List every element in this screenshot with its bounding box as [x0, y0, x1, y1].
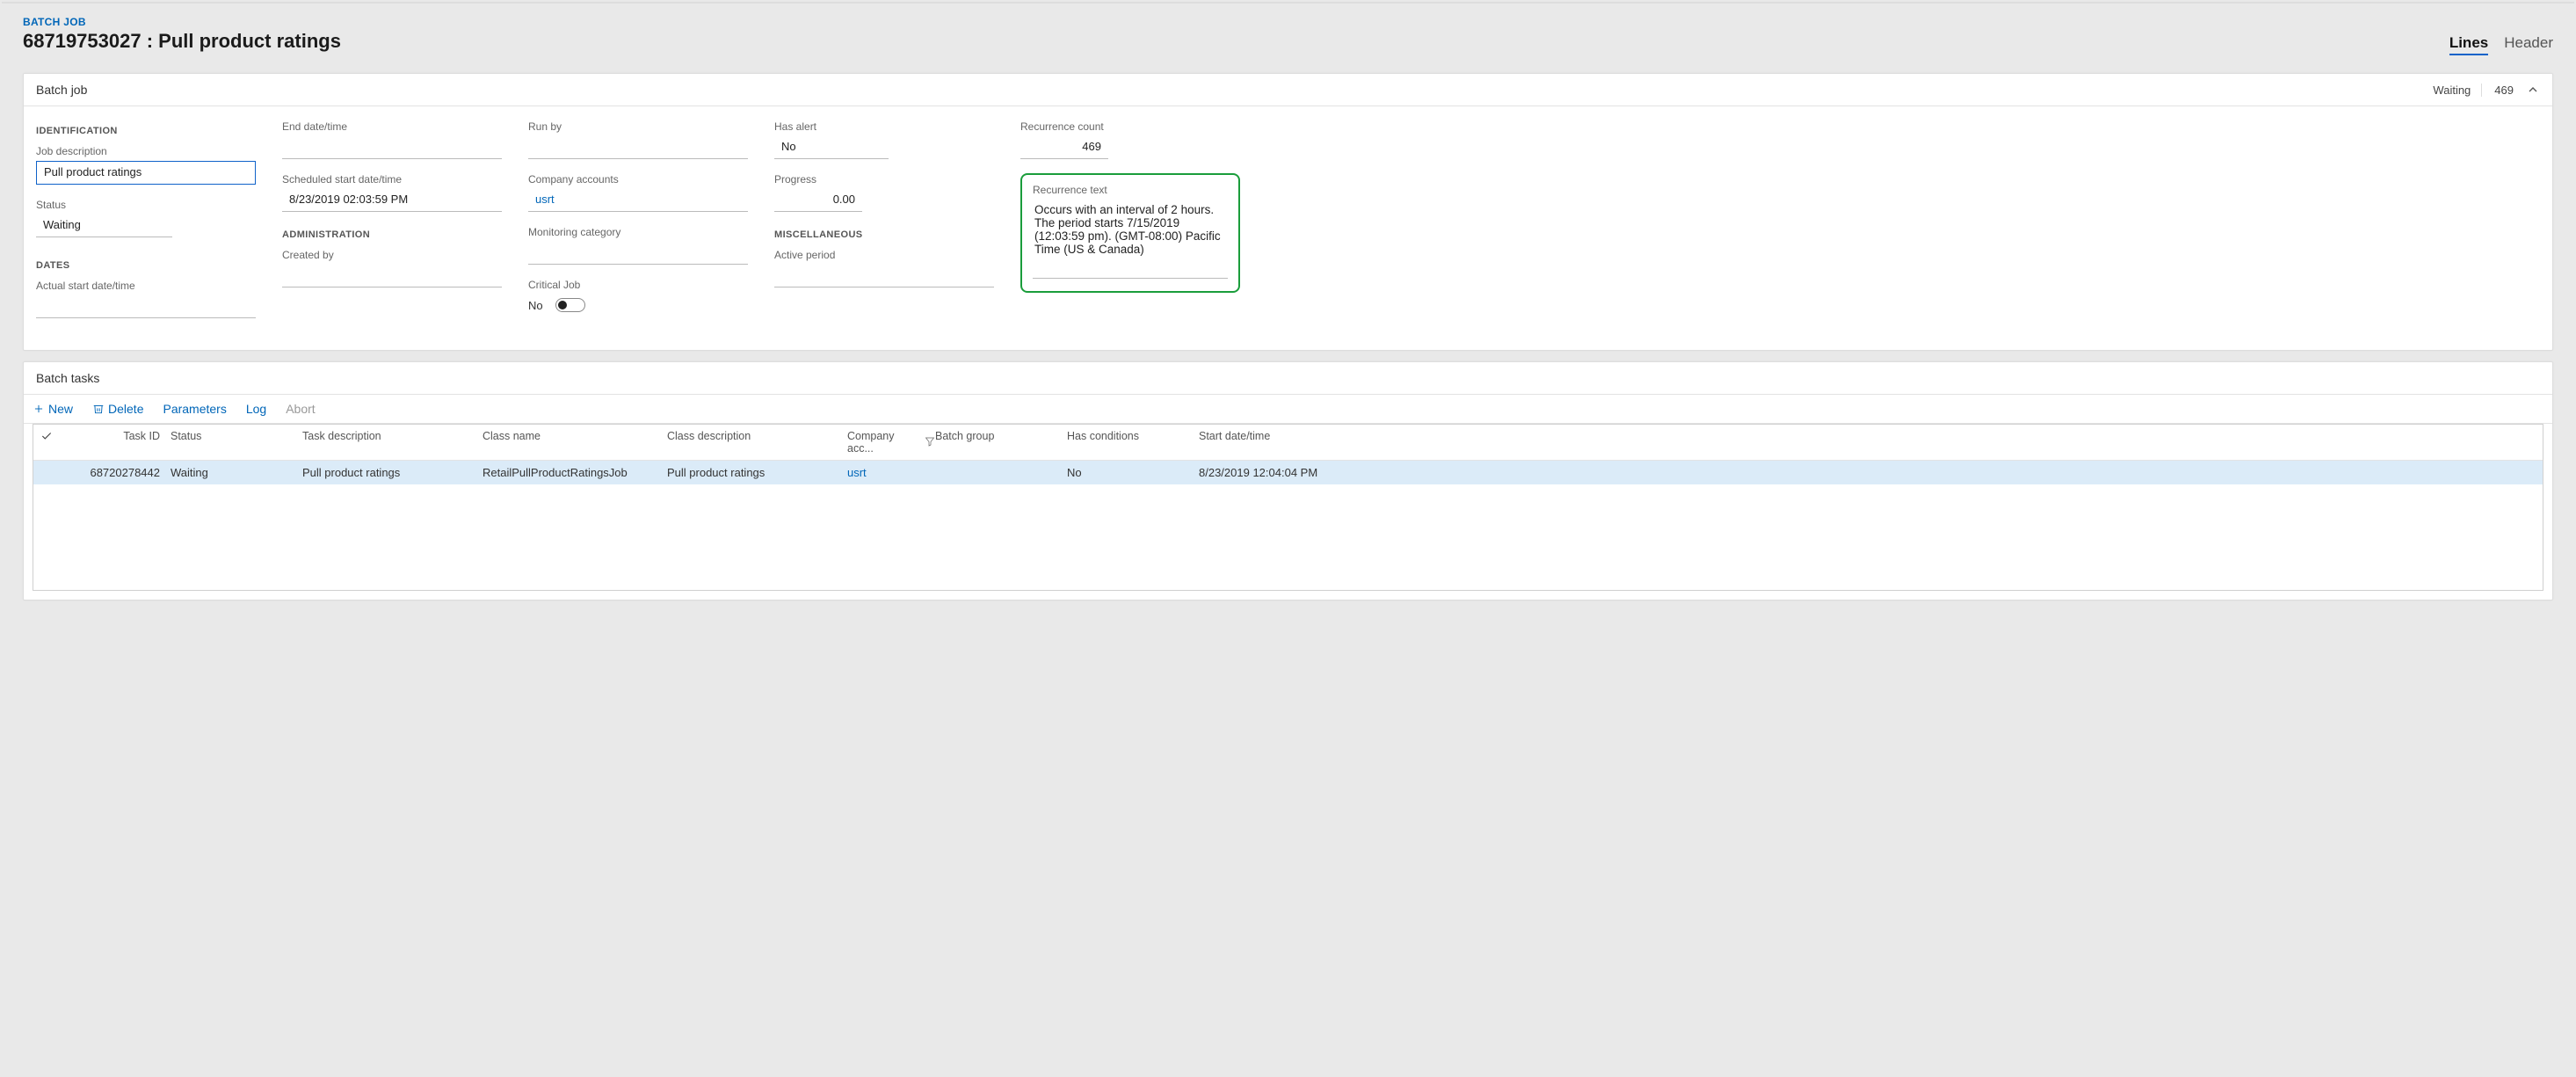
delete-button[interactable]: Delete — [92, 402, 143, 416]
cell-class-name: RetailPullProductRatingsJob — [483, 466, 667, 479]
col-company[interactable]: Company acc... — [847, 430, 935, 455]
active-period-value[interactable] — [774, 265, 994, 287]
cell-class-desc: Pull product ratings — [667, 466, 847, 479]
trash-icon — [92, 403, 105, 415]
col-task-desc[interactable]: Task description — [302, 430, 483, 455]
col-recurrence: Recurrence count 469 Recurrence text Occ… — [1020, 120, 1240, 332]
cell-task-id: 68720278442 — [65, 466, 171, 479]
label-company-accounts: Company accounts — [528, 173, 748, 186]
section-identification: IDENTIFICATION — [36, 126, 256, 136]
label-has-alert: Has alert — [774, 120, 889, 133]
col-misc: Has alert No Progress 0.00 MISCELLANEOUS… — [774, 120, 994, 332]
created-by-value[interactable] — [282, 265, 502, 287]
abort-button: Abort — [286, 402, 315, 416]
new-button[interactable]: New — [33, 402, 73, 416]
col-class-desc[interactable]: Class description — [667, 430, 847, 455]
col-class-name[interactable]: Class name — [483, 430, 667, 455]
critical-job-toggle[interactable] — [555, 298, 585, 312]
col-identification: IDENTIFICATION Job description Status Wa… — [36, 120, 256, 332]
has-alert-value: No — [774, 136, 889, 159]
label-recurrence-count: Recurrence count — [1020, 120, 1108, 133]
col-batch-group[interactable]: Batch group — [935, 430, 1067, 455]
cell-has-conditions: No — [1067, 466, 1199, 479]
plus-icon — [33, 403, 45, 415]
section-misc: MISCELLANEOUS — [774, 229, 994, 240]
col-status[interactable]: Status — [171, 430, 302, 455]
progress-value: 0.00 — [774, 189, 862, 212]
label-status: Status — [36, 199, 172, 211]
monitoring-category-value[interactable] — [528, 242, 748, 265]
label-created-by: Created by — [282, 249, 502, 261]
label-sched-start: Scheduled start date/time — [282, 173, 502, 186]
label-job-description: Job description — [36, 145, 256, 157]
page-title: 68719753027 : Pull product ratings — [23, 30, 341, 53]
panel-title: Batch job — [36, 83, 87, 97]
label-recurrence-text: Recurrence text — [1033, 184, 1228, 196]
tasks-panel-title: Batch tasks — [36, 371, 99, 385]
recurrence-text-highlight: Recurrence text Occurs with an interval … — [1020, 173, 1240, 293]
view-tabs: Lines Header — [2449, 34, 2553, 55]
tasks-toolbar: New Delete Parameters Log Abort — [24, 395, 2552, 424]
col-has-conditions[interactable]: Has conditions — [1067, 430, 1199, 455]
label-critical-job: Critical Job — [528, 279, 748, 291]
breadcrumb[interactable]: BATCH JOB — [23, 16, 2553, 28]
cell-batch-group — [935, 466, 1067, 479]
label-active-period: Active period — [774, 249, 994, 261]
col-start[interactable]: Start date/time — [1199, 430, 1357, 455]
label-end: End date/time — [282, 120, 502, 133]
log-button[interactable]: Log — [246, 402, 266, 416]
tasks-grid: Task ID Status Task description Class na… — [33, 424, 2543, 591]
company-accounts-value[interactable]: usrt — [528, 189, 748, 212]
page-content: BATCH JOB 68719753027 : Pull product rat… — [2, 4, 2574, 600]
sched-start-value[interactable]: 8/23/2019 02:03:59 PM — [282, 189, 502, 212]
label-run-by: Run by — [528, 120, 748, 133]
end-value[interactable] — [282, 136, 502, 159]
select-all-checkbox[interactable] — [40, 430, 65, 455]
cell-start: 8/23/2019 12:04:04 PM — [1199, 466, 1357, 479]
recurrence-count-value: 469 — [1020, 136, 1108, 159]
run-by-value[interactable] — [528, 136, 748, 159]
cell-company[interactable]: usrt — [847, 466, 935, 479]
col-dates-admin: End date/time Scheduled start date/time … — [282, 120, 502, 332]
job-description-input[interactable] — [36, 161, 256, 185]
panel-count: 469 — [2482, 84, 2526, 97]
table-row[interactable]: 68720278442 Waiting Pull product ratings… — [33, 461, 2543, 484]
label-monitoring-category: Monitoring category — [528, 226, 748, 238]
grid-header: Task ID Status Task description Class na… — [33, 425, 2543, 461]
tab-header[interactable]: Header — [2504, 34, 2553, 55]
panel-status: Waiting — [2433, 84, 2482, 97]
label-actual-start: Actual start date/time — [36, 280, 256, 292]
filter-icon[interactable] — [925, 436, 935, 449]
section-administration: ADMINISTRATION — [282, 229, 502, 240]
batch-job-panel: Batch job Waiting 469 IDENTIFICATION Job… — [23, 73, 2553, 351]
col-task-id[interactable]: Task ID — [65, 430, 171, 455]
cell-status: Waiting — [171, 466, 302, 479]
critical-job-value: No — [528, 299, 543, 312]
actual-start-value[interactable] — [36, 295, 256, 318]
status-value: Waiting — [36, 215, 172, 237]
label-progress: Progress — [774, 173, 862, 186]
chevron-up-icon[interactable] — [2526, 83, 2540, 97]
section-dates: DATES — [36, 260, 256, 271]
batch-tasks-panel: Batch tasks New Delete Parameters Log Ab… — [23, 361, 2553, 600]
col-run-monitor: Run by Company accounts usrt Monitoring … — [528, 120, 748, 332]
cell-task-desc: Pull product ratings — [302, 466, 483, 479]
tab-lines[interactable]: Lines — [2449, 34, 2488, 55]
parameters-button[interactable]: Parameters — [163, 402, 226, 416]
recurrence-text-value: Occurs with an interval of 2 hours. The … — [1033, 200, 1228, 279]
